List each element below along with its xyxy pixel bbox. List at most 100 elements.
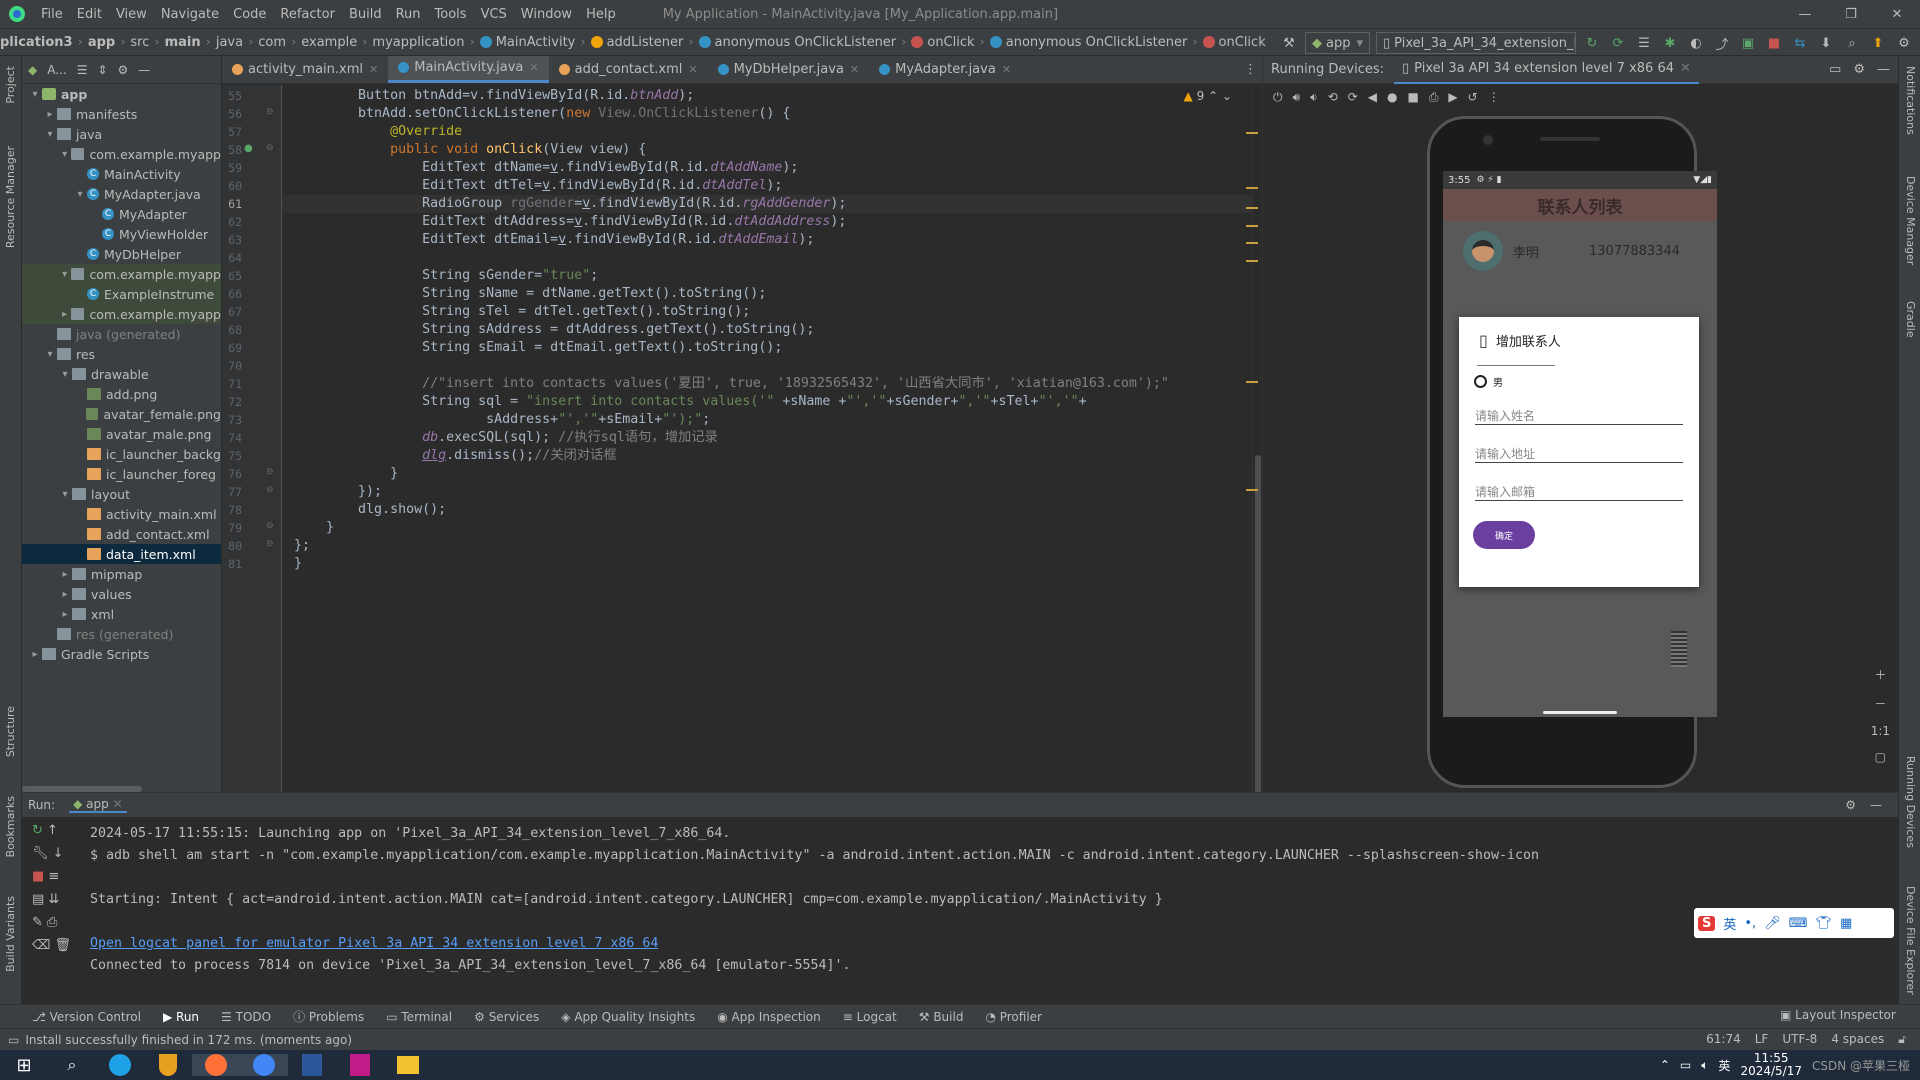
tree-item[interactable]: ▾ C MyAdapter.java	[22, 184, 221, 204]
keyboard-icon[interactable]: ⌨	[1789, 916, 1808, 931]
rerun-icon[interactable]: ↻	[1582, 33, 1602, 53]
input-language[interactable]: 英	[1718, 1057, 1730, 1074]
sdk-manager-icon[interactable]: ⬇	[1816, 33, 1836, 53]
menu-item-file[interactable]: File	[34, 7, 70, 22]
punct-icon[interactable]: •,	[1744, 916, 1756, 931]
pin-icon[interactable]: ✎ ⎙	[32, 915, 72, 930]
editor-tab[interactable]: activity_main.xml ✕	[222, 56, 388, 83]
editor-tab[interactable]: add_contact.xml ✕	[549, 56, 708, 83]
code-line[interactable]: }	[294, 519, 334, 537]
tree-item[interactable]: data_item.xml	[22, 544, 221, 564]
code-line[interactable]: }	[294, 555, 302, 573]
breadcrumb-item[interactable]: main ›	[165, 35, 216, 50]
code-line[interactable]: EditText dtTel=v.findViewById(R.id.dtAdd…	[294, 177, 782, 195]
hammer-icon[interactable]: ⚒	[1279, 33, 1299, 53]
breadcrumb-item[interactable]: onClick ›	[911, 35, 989, 50]
logcat-link[interactable]: Open logcat panel for emulator Pixel 3a …	[90, 936, 658, 951]
settings-gear-icon[interactable]: ⚙	[118, 63, 129, 77]
more-tabs-icon[interactable]: ⋮	[1244, 62, 1257, 77]
code-editor[interactable]: 55 56 57 58 59 60 61 62 63 64 65 66 67 68 69 70 71 72 73 74…	[222, 85, 1262, 792]
fold-icon[interactable]: ⊖	[266, 521, 274, 531]
tree-item[interactable]: activity_main.xml	[22, 504, 221, 524]
menu-item-code[interactable]: Code	[226, 7, 273, 22]
chevron-right-icon[interactable]: ▸	[58, 569, 72, 580]
notifications-tool-button[interactable]: Notifications	[1904, 66, 1917, 135]
chevron-down-icon[interactable]: ▾	[28, 89, 42, 100]
code-line[interactable]: dlg.dismiss();//关闭对话框	[294, 447, 617, 465]
collapse-all-icon[interactable]: ☰	[77, 63, 88, 77]
clock[interactable]: 11:55 2024/5/17	[1740, 1052, 1802, 1078]
gender-radio[interactable]: 男	[1474, 374, 1699, 389]
tree-item[interactable]: ▾ drawable	[22, 364, 221, 384]
code-line[interactable]: EditText dtName=v.findViewById(R.id.dtAd…	[294, 159, 798, 177]
zoom-in-icon[interactable]: ＋	[1874, 666, 1886, 683]
stop-icon[interactable]: ■	[1764, 33, 1784, 53]
chevron-right-icon[interactable]: ▸	[28, 649, 42, 660]
tree-item[interactable]: ic_launcher_foreg	[22, 464, 221, 484]
line-separator[interactable]: LF	[1755, 1032, 1769, 1047]
tree-item[interactable]: ▾ com.example.myapp	[22, 144, 221, 164]
expand-all-icon[interactable]: ⇕	[97, 63, 107, 77]
code-line[interactable]: EditText dtEmail=v.findViewById(R.id.dtA…	[294, 231, 814, 249]
menu-item-tools[interactable]: Tools	[428, 7, 474, 22]
close-tab-icon[interactable]: ✕	[113, 797, 123, 811]
file-encoding[interactable]: UTF-8	[1782, 1032, 1817, 1047]
more-icon[interactable]: ⋮	[1488, 90, 1500, 104]
tree-item[interactable]: java (generated)	[22, 324, 221, 344]
settings-gear-icon[interactable]: ⚙	[1894, 33, 1914, 53]
confirm-button[interactable]: 确定	[1473, 521, 1535, 549]
menu-item-navigate[interactable]: Navigate	[154, 7, 226, 22]
tree-item[interactable]: C MyAdapter	[22, 204, 221, 224]
lock-icon[interactable]: 🔓︎	[1898, 1032, 1906, 1047]
code-line[interactable]: Button btnAdd=v.findViewById(R.id.btnAdd…	[294, 87, 694, 105]
running-devices-tool-button[interactable]: Running Devices	[1904, 756, 1917, 848]
rotate-left-icon[interactable]: ⟲	[1328, 90, 1338, 104]
mic-icon[interactable]: 🎤︎	[1764, 916, 1781, 931]
tree-item[interactable]: ▸ mipmap	[22, 564, 221, 584]
home-icon[interactable]: ●	[1387, 90, 1397, 104]
breadcrumb-item[interactable]: example ›	[301, 35, 372, 50]
apply-changes-icon[interactable]: ⟳	[1608, 33, 1628, 53]
wrench-icon[interactable]: 🔧︎ ↓	[32, 846, 72, 861]
tree-item[interactable]: ▾ java	[22, 124, 221, 144]
breadcrumb-item[interactable]: anonymous OnClickListener ›	[989, 35, 1203, 50]
editor-scrollbar[interactable]	[1252, 85, 1262, 792]
tree-item[interactable]: ▾ layout	[22, 484, 221, 504]
build-variants-tool-button[interactable]: Build Variants	[4, 896, 17, 972]
chevron-down-icon[interactable]: ▾	[73, 189, 87, 200]
search-icon[interactable]: ⌕	[1842, 33, 1862, 53]
trash-icon[interactable]: ⌫ 🗑︎	[32, 938, 72, 953]
code-line[interactable]: String sName = dtName.getText().toString…	[294, 285, 766, 303]
breadcrumb-item[interactable]: plication3 ›	[0, 35, 88, 50]
close-tab-icon[interactable]: ✕	[688, 63, 697, 76]
tool-window-run[interactable]: ▶ Run	[163, 1010, 199, 1024]
warning-stripe-marker[interactable]	[1246, 207, 1258, 209]
code-line[interactable]: btnAdd.setOnClickListener(new View.OnCli…	[294, 105, 790, 123]
inspection-widget[interactable]: ▲ 9 ⌃ ⌄	[1184, 89, 1232, 103]
chevron-down-icon[interactable]: ▾	[58, 489, 72, 500]
tree-item[interactable]: add.png	[22, 384, 221, 404]
edge-browser-icon[interactable]	[96, 1054, 144, 1076]
tree-item[interactable]: C ExampleInstrume	[22, 284, 221, 304]
tree-item[interactable]: ▾ com.example.myapp	[22, 264, 221, 284]
tree-item[interactable]: add_contact.xml	[22, 524, 221, 544]
caret-position[interactable]: 61:74	[1706, 1032, 1741, 1047]
debug-icon[interactable]: ✱	[1660, 33, 1680, 53]
speaker-icon[interactable]: 🔈︎	[1701, 1058, 1708, 1073]
snapshot-icon[interactable]: ↺	[1468, 90, 1478, 104]
tree-item[interactable]: ▾ res	[22, 344, 221, 364]
tree-item[interactable]: ▾ app	[22, 84, 221, 104]
home-indicator[interactable]	[1543, 711, 1617, 714]
menu-item-vcs[interactable]: VCS	[474, 7, 514, 22]
hide-icon[interactable]: —	[1870, 798, 1882, 812]
file-explorer-icon[interactable]	[384, 1056, 432, 1074]
close-icon[interactable]: ✕	[1874, 0, 1920, 28]
menu-item-refactor[interactable]: Refactor	[273, 7, 342, 22]
breadcrumb-item[interactable]: app ›	[88, 35, 131, 50]
close-tab-icon[interactable]: ✕	[529, 61, 538, 74]
code-line[interactable]: sAddress+"','"+sEmail+"');";	[294, 411, 710, 429]
volume-down-icon[interactable]: 🔉︎	[1310, 90, 1318, 105]
close-tab-icon[interactable]: ✕	[1680, 61, 1691, 76]
override-marker-icon[interactable]: ●	[244, 143, 253, 154]
tool-window-app-quality-insights[interactable]: ◈ App Quality Insights	[561, 1010, 695, 1024]
